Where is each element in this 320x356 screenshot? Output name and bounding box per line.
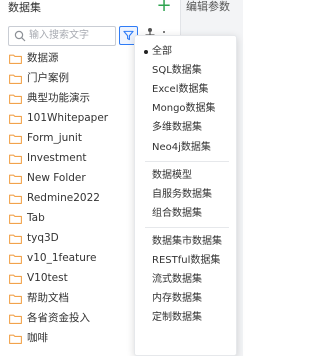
search-icon bbox=[14, 30, 26, 42]
list-item-label: 帮助文档 bbox=[27, 292, 69, 304]
filter-dropdown-menu: 全部 SQL数据集 Excel数据集 Mongo数据集 多维数据集 Neo4j数据集 数据模… bbox=[134, 35, 237, 356]
filter-menu-item-label: Mongo数据集 bbox=[152, 103, 216, 115]
folder-icon bbox=[9, 234, 22, 244]
folder-icon bbox=[9, 194, 22, 204]
filter-menu-item-label: 组合数据集 bbox=[152, 207, 202, 219]
list-item-label: 门户案例 bbox=[27, 72, 69, 84]
folder-icon bbox=[9, 74, 22, 84]
list-item-label: Redmine2022 bbox=[27, 192, 100, 204]
search-input[interactable] bbox=[29, 28, 113, 43]
folder-icon bbox=[9, 294, 22, 304]
menu-divider bbox=[145, 226, 229, 228]
list-item[interactable]: 各省资金投入 bbox=[0, 309, 130, 328]
filter-menu-item[interactable]: 组合数据集 bbox=[135, 205, 236, 223]
filter-menu-item[interactable]: 全部 bbox=[135, 43, 236, 61]
folder-icon bbox=[9, 334, 22, 344]
filter-menu-item[interactable]: 多维数据集 bbox=[135, 119, 236, 137]
folder-icon bbox=[9, 114, 22, 124]
filter-menu-item-label: 内存数据集 bbox=[152, 293, 202, 305]
list-item[interactable]: Investment bbox=[0, 149, 130, 168]
filter-menu-item-label: 多维数据集 bbox=[152, 122, 202, 134]
filter-menu-item-label: Neo4j数据集 bbox=[152, 141, 211, 153]
list-item-label: 101Whitepaper bbox=[27, 112, 109, 124]
folder-icon bbox=[9, 254, 22, 264]
filter-menu-item-label: 数据集市数据集 bbox=[152, 235, 222, 247]
filter-menu-item-label: RESTful数据集 bbox=[152, 255, 221, 266]
filter-menu-item[interactable]: 自服务数据集 bbox=[135, 186, 236, 204]
filter-menu-item[interactable]: 数据集市数据集 bbox=[135, 233, 236, 251]
filter-menu-item[interactable]: 定制数据集 bbox=[135, 309, 236, 327]
list-item[interactable]: 咖啡 bbox=[0, 329, 130, 348]
folder-icon bbox=[9, 174, 22, 184]
filter-menu-item-label: 数据模型 bbox=[152, 169, 192, 181]
filter-menu-item-label: 全部 bbox=[152, 46, 172, 57]
add-dataset-button[interactable]: + bbox=[155, 0, 173, 15]
list-item-label: v10_1feature bbox=[27, 252, 97, 264]
edit-params-title: 编辑参数 bbox=[186, 0, 230, 13]
list-item[interactable]: v10_1feature bbox=[0, 249, 130, 268]
list-item-label: Investment bbox=[27, 152, 87, 164]
filter-menu-item[interactable]: 流式数据集 bbox=[135, 271, 236, 289]
list-item[interactable]: 典型功能演示 bbox=[0, 89, 130, 108]
list-item-label: Tab bbox=[27, 212, 45, 224]
panel-title: 数据集 bbox=[8, 1, 41, 14]
list-item[interactable]: Tab bbox=[0, 209, 130, 228]
list-item-label: Form_junit bbox=[27, 132, 82, 144]
list-item-label: 咖啡 bbox=[27, 332, 48, 344]
folder-icon bbox=[9, 314, 22, 324]
search-box[interactable] bbox=[8, 26, 116, 46]
folder-icon bbox=[9, 54, 22, 64]
filter-menu-item-label: Excel数据集 bbox=[152, 84, 209, 96]
list-item[interactable]: 数据源 bbox=[0, 49, 130, 68]
folder-icon bbox=[9, 214, 22, 224]
filter-menu-item[interactable]: Mongo数据集 bbox=[135, 100, 236, 118]
filter-menu-item[interactable]: Neo4j数据集 bbox=[135, 139, 236, 157]
list-item[interactable]: Form_junit bbox=[0, 129, 130, 148]
filter-menu-item[interactable]: 数据模型 bbox=[135, 167, 236, 185]
list-item[interactable]: V10test bbox=[0, 269, 130, 288]
list-item-label: 典型功能演示 bbox=[27, 92, 90, 104]
list-item-label: V10test bbox=[27, 272, 68, 284]
filter-menu-item-label: 流式数据集 bbox=[152, 274, 202, 286]
folder-icon bbox=[9, 94, 22, 104]
filter-menu-item[interactable]: 内存数据集 bbox=[135, 290, 236, 308]
list-item[interactable]: 101Whitepaper bbox=[0, 109, 130, 128]
list-item[interactable]: 门户案例 bbox=[0, 69, 130, 88]
selected-dot-icon bbox=[144, 50, 148, 54]
folder-icon bbox=[9, 154, 22, 164]
filter-menu-item[interactable]: SQL数据集 bbox=[135, 62, 236, 80]
list-item[interactable]: New Folder bbox=[0, 169, 130, 188]
list-item-label: 各省资金投入 bbox=[27, 312, 90, 324]
filter-menu-item-label: SQL数据集 bbox=[152, 65, 202, 77]
list-item[interactable]: Redmine2022 bbox=[0, 189, 130, 208]
filter-menu-item[interactable]: RESTful数据集 bbox=[135, 252, 236, 270]
list-item[interactable]: 帮助文档 bbox=[0, 289, 130, 308]
list-item-label: tyq3D bbox=[27, 232, 59, 244]
menu-divider bbox=[145, 160, 229, 162]
filter-icon bbox=[123, 30, 134, 41]
list-item-label: 数据源 bbox=[27, 52, 59, 64]
folder-icon bbox=[9, 274, 22, 284]
list-item[interactable]: tyq3D bbox=[0, 229, 130, 248]
filter-menu-item-label: 自服务数据集 bbox=[152, 188, 212, 200]
list-item-label: New Folder bbox=[27, 172, 86, 184]
folder-icon bbox=[9, 134, 22, 144]
filter-menu-item-label: 定制数据集 bbox=[152, 312, 202, 324]
filter-menu-item[interactable]: Excel数据集 bbox=[135, 81, 236, 99]
